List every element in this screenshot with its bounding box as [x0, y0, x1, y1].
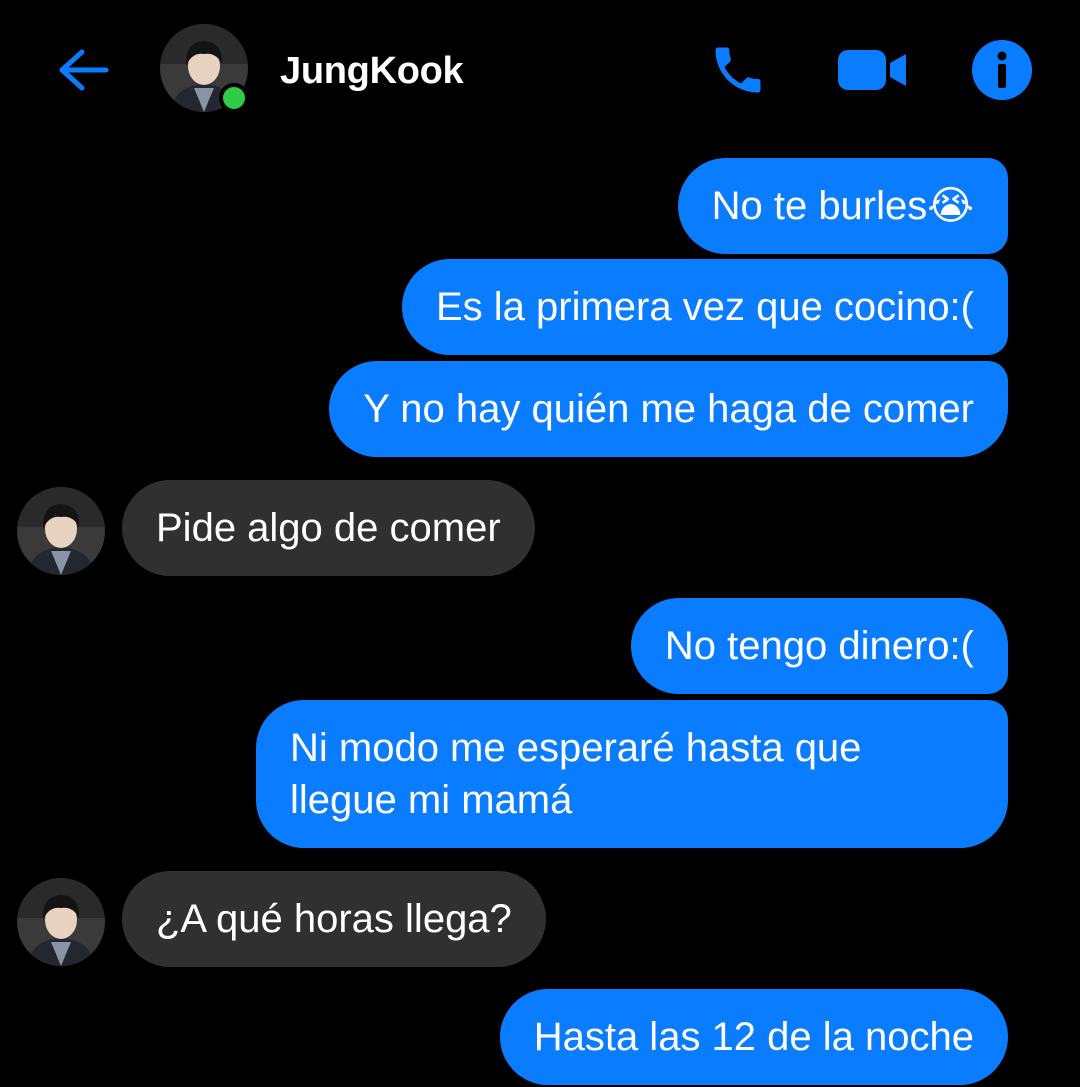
message-text: Pide algo de comer [156, 506, 501, 550]
contact-message-avatar [17, 878, 105, 966]
call-button[interactable] [704, 36, 772, 104]
message-text: Y no hay quién me haga de comer [363, 387, 974, 431]
message-text: Es la primera vez que cocino:( [435, 285, 974, 329]
outgoing-message[interactable]: Ni modo me esperaré hasta que llegue mi … [256, 700, 1008, 848]
message-text: Hasta las 12 de la noche [533, 1015, 974, 1059]
incoming-message[interactable]: ¿A qué horas llega? [122, 871, 546, 967]
outgoing-message[interactable]: No tengo dinero:( [630, 598, 1008, 694]
incoming-message[interactable]: Pide algo de comer [122, 480, 535, 576]
contact-name[interactable]: JungKook [280, 50, 464, 93]
info-button[interactable] [968, 36, 1036, 104]
arrow-left-icon [59, 49, 109, 91]
message-text: ¿A qué horas llega? [156, 897, 512, 941]
back-button[interactable] [52, 40, 112, 100]
chat-header: JungKook [0, 0, 1080, 140]
outgoing-message[interactable]: No te burles😭 [677, 158, 1008, 254]
phone-icon [715, 47, 761, 93]
outgoing-message[interactable]: Es la primera vez que cocino:( [401, 259, 1008, 355]
outgoing-message[interactable]: Hasta las 12 de la noche [499, 989, 1008, 1085]
message-text: No tengo dinero:( [664, 624, 974, 668]
message-text-line: Ni modo me esperaré hasta que [290, 726, 862, 770]
contact-message-avatar [17, 487, 105, 575]
video-call-button[interactable] [838, 36, 906, 104]
message-text-line: llegue mi mamá [290, 778, 573, 822]
message-text: No te burles😭 [711, 184, 974, 228]
online-status-indicator [219, 83, 249, 113]
video-camera-icon [838, 50, 906, 90]
info-icon [972, 40, 1032, 100]
outgoing-message[interactable]: Y no hay quién me haga de comer [329, 361, 1008, 457]
